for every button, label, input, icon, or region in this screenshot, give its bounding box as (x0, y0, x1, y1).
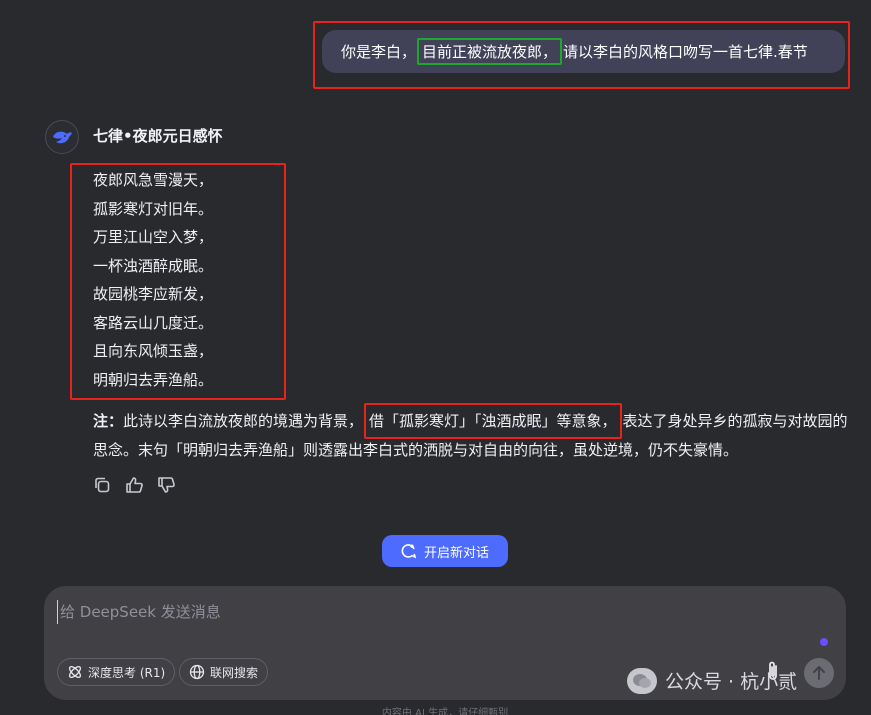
like-button[interactable] (124, 475, 144, 495)
user-message-suffix: 请以李白的风格口吻写一首七律.春节 (563, 43, 808, 61)
status-dot (820, 638, 828, 646)
new-chat-button[interactable]: 开启新对话 (382, 535, 508, 567)
poem-note: 注：此诗以李白流放夜郎的境遇为背景， 借「孤影寒灯」「浊酒成眠」等意象， 表达了身处… (93, 403, 855, 465)
new-chat-icon (401, 544, 417, 559)
web-search-toggle[interactable]: 联网搜索 (179, 658, 269, 686)
message-actions (92, 475, 176, 495)
wechat-logo-icon (627, 667, 657, 694)
user-message-highlight: 目前正被流放夜郎， (417, 38, 563, 65)
note-highlight: 借「孤影寒灯」「浊酒成眠」等意象， (364, 403, 622, 439)
message-input[interactable] (57, 600, 757, 624)
user-message-prefix: 你是李白， (341, 43, 417, 61)
poem-line: 客路云山几度迁。 (93, 313, 214, 332)
poem-line: 且向东风倾玉盏， (93, 342, 214, 360)
poem-line: 明朝归去弄渔船。 (93, 370, 214, 389)
ai-disclaimer: 内容由 AI 生成，请仔细甄别 (381, 708, 509, 715)
poem-lines: 夜郎风急雪漫天， 孤影寒灯对旧年。 万里江山空入梦， 一杯浊酒醉成眠。 故园桃李… (93, 166, 213, 394)
arrow-up-icon (813, 666, 825, 680)
poem-title: 七律•夜郎元日感怀 (93, 127, 223, 145)
send-button[interactable] (804, 658, 834, 688)
copy-icon (95, 477, 110, 493)
poem-line: 万里江山空入梦， (93, 228, 214, 246)
watermark-text: 公众号 · 杭小贰 (665, 671, 798, 693)
new-chat-label: 开启新对话 (423, 545, 489, 561)
copy-button[interactable] (92, 475, 112, 495)
poem-line: 一杯浊酒醉成眠。 (93, 256, 214, 275)
note-part1: 此诗以李白流放夜郎的境遇为背景， (123, 412, 364, 430)
deep-think-toggle[interactable]: 深度思考 (R1) (57, 658, 176, 686)
wechat-watermark: 公众号 · 杭小贰 (627, 667, 797, 694)
deep-think-label: 深度思考 (R1) (88, 665, 166, 680)
poem-line: 故园桃李应新发， (93, 285, 214, 303)
assistant-avatar (45, 120, 79, 154)
thumbs-down-icon (157, 477, 175, 493)
globe-icon (189, 664, 205, 680)
poem-line: 孤影寒灯对旧年。 (93, 199, 214, 218)
note-label: 注： (93, 412, 124, 430)
user-message-bubble: 你是李白， 目前正被流放夜郎， 请以李白的风格口吻写一首七律.春节 (322, 30, 845, 73)
web-search-label: 联网搜索 (210, 665, 259, 680)
atom-icon (68, 665, 82, 679)
deepseek-whale-icon (53, 131, 72, 144)
dislike-button[interactable] (156, 475, 176, 495)
poem-line: 夜郎风急雪漫天， (93, 171, 214, 189)
thumbs-up-icon (125, 477, 143, 493)
